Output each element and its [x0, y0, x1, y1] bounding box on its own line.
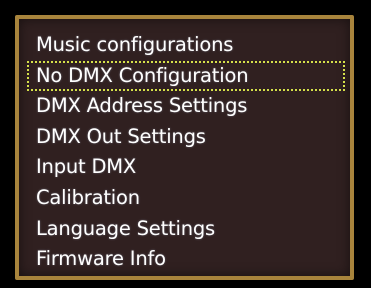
menu-item-music-configurations[interactable]: Music configurations [23, 30, 348, 61]
menu-item-calibration[interactable]: Calibration [23, 183, 348, 214]
menu-item-firmware-info[interactable]: Firmware Info [23, 244, 348, 275]
menu-item-language-settings[interactable]: Language Settings [23, 214, 348, 245]
device-bezel: Music configurations No DMX Configuratio… [0, 0, 371, 288]
menu-item-dmx-address-settings[interactable]: DMX Address Settings [23, 91, 348, 122]
menu-item-no-dmx-configuration[interactable]: No DMX Configuration [27, 60, 345, 92]
menu-item-input-dmx[interactable]: Input DMX [23, 152, 348, 183]
menu-item-dmx-out-settings[interactable]: DMX Out Settings [23, 122, 348, 153]
lcd-screen: Music configurations No DMX Configuratio… [15, 15, 354, 280]
settings-menu: Music configurations No DMX Configuratio… [23, 30, 348, 275]
